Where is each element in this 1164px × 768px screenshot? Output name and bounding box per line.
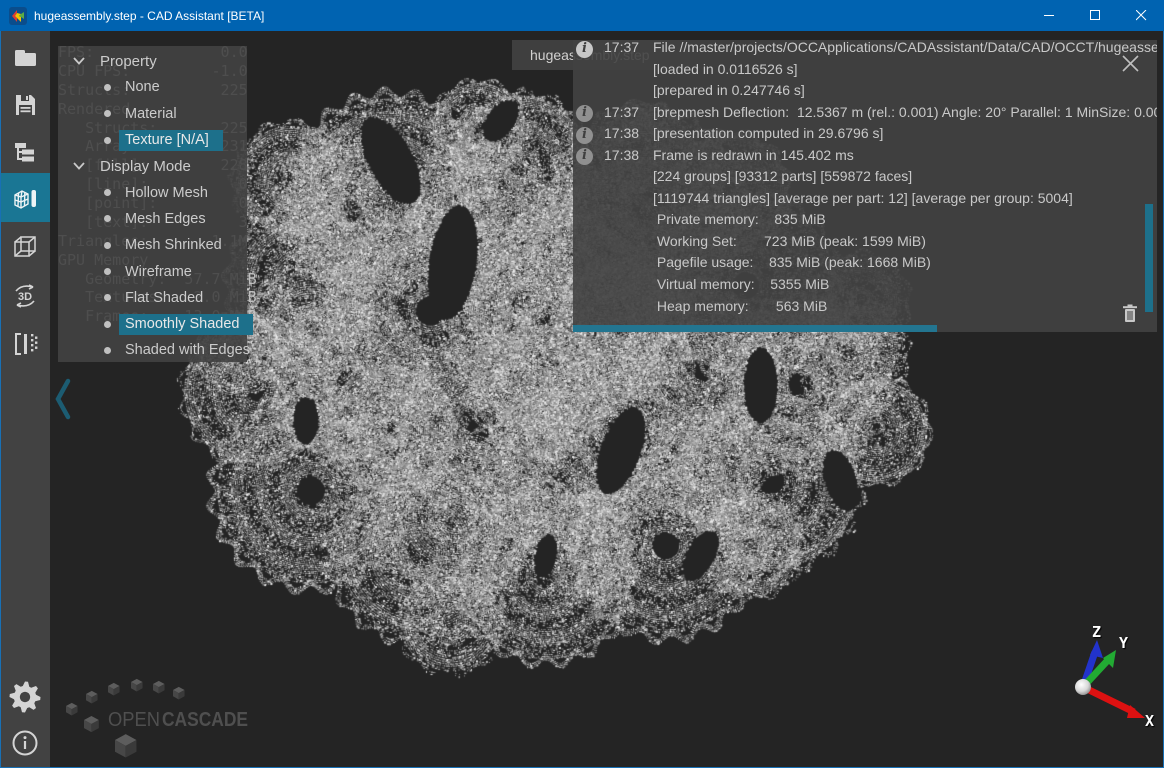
sidebar-item-rotate-3d[interactable]: 3D [0, 272, 50, 320]
log-message: Heap memory: 563 MiB [653, 299, 827, 314]
log-message: Working Set: 723 MiB (peak: 1599 MiB) [653, 234, 926, 249]
axis-triad: Z Y X [1040, 600, 1164, 768]
sidebar-item-tree[interactable] [0, 128, 50, 176]
info-circle-icon: i [576, 127, 593, 144]
log-message: File //master/projects/OCCApplications/C… [653, 40, 1157, 55]
log-row: i 17:38 [presentation computed in 29.6796 … [573, 126, 1157, 148]
opencascade-logo: OPEN CASCADE [55, 660, 285, 766]
close-log-icon[interactable] [1122, 55, 1139, 72]
maximize-button[interactable] [1072, 0, 1118, 31]
close-button[interactable] [1118, 0, 1164, 31]
log-vscrollbar[interactable] [1145, 204, 1153, 312]
message-log-panel: i 17:37 File //master/projects/OCCApplicat… [573, 40, 1157, 332]
menu-item-flat-shaded[interactable]: Flat Shaded [58, 285, 247, 311]
log-message: Frame is redrawn in 145.402 ms [653, 148, 854, 163]
clipping-icon [11, 330, 39, 358]
app-logo-icon [9, 7, 27, 25]
sidebar-item-view-cube[interactable] [0, 223, 50, 271]
log-row: [loaded in 0.0116526 s] [573, 62, 1157, 84]
chevron-down-icon [73, 162, 85, 170]
sidebar-item-settings[interactable] [0, 673, 50, 721]
sidebar-item-about[interactable] [0, 719, 50, 767]
menu-item-none[interactable]: None [58, 74, 247, 100]
minimize-button[interactable] [1026, 0, 1072, 31]
axis-label-z: Z [1092, 623, 1101, 641]
info-icon [11, 729, 39, 757]
logo-text-cascade: CASCADE [162, 709, 248, 731]
titlebar: hugeassembly.step - CAD Assistant [BETA] [0, 0, 1164, 31]
bullet-icon [104, 321, 111, 328]
log-row: i 17:38 Frame is redrawn in 145.402 ms [573, 148, 1157, 170]
chevron-down-icon [73, 57, 85, 65]
menu-item-wireframe[interactable]: Wireframe [58, 258, 247, 284]
log-message: [1119744 triangles] [average per part: 1… [653, 191, 1073, 206]
log-timestamp: 17:37 [604, 105, 639, 120]
menu-item-mesh-edges[interactable]: Mesh Edges [58, 206, 247, 232]
log-row: Pagefile usage: 835 MiB (peak: 1668 MiB) [573, 255, 1157, 277]
log-timestamp: 17:38 [604, 148, 639, 163]
log-row: [1119744 triangles] [average per part: 1… [573, 191, 1157, 213]
log-timestamp: 17:37 [604, 40, 639, 55]
log-message: Pagefile usage: 835 MiB (peak: 1668 MiB) [653, 255, 931, 270]
save-icon [12, 92, 38, 118]
menu-item-texture-n-a-[interactable]: Texture [N/A] [58, 127, 247, 153]
bullet-icon [104, 215, 111, 222]
menu-item-material[interactable]: Material [58, 101, 247, 127]
log-message: [224 groups] [93312 parts] [559872 faces… [653, 169, 912, 184]
folder-icon [12, 44, 38, 70]
bullet-icon [104, 268, 111, 275]
menu-item-hollow-mesh[interactable]: Hollow Mesh [58, 179, 247, 205]
bullet-icon [104, 137, 111, 144]
bullet-icon [104, 242, 111, 249]
log-message: [brepmesh Deflection: 12.5367 m (rel.: 0… [653, 105, 1157, 120]
axis-x [1083, 687, 1145, 718]
menu-section-display-mode[interactable]: Display Mode [58, 153, 247, 179]
svg-text:3D: 3D [18, 291, 32, 303]
axis-label-y: Y [1119, 634, 1128, 652]
bullet-icon [104, 347, 111, 354]
cube-icon [11, 233, 39, 261]
sidebar: 3D [0, 31, 50, 767]
trash-icon[interactable] [1122, 304, 1138, 323]
info-circle-icon: i [576, 41, 593, 58]
log-message: [presentation computed in 29.6796 s] [653, 126, 883, 141]
bullet-icon [104, 294, 111, 301]
log-row: i 17:37 File //master/projects/OCCApplicat… [573, 40, 1157, 62]
log-row: Private memory: 835 MiB [573, 212, 1157, 234]
menu-item-shaded-with-edges[interactable]: Shaded with Edges [58, 337, 247, 363]
sidebar-item-clipping[interactable] [0, 320, 50, 368]
log-message: Private memory: 835 MiB [653, 212, 826, 227]
tree-icon [12, 139, 38, 165]
log-row: Working Set: 723 MiB (peak: 1599 MiB) [573, 234, 1157, 256]
menu-item-smoothly-shaded[interactable]: Smoothly Shaded [58, 311, 247, 337]
rotate-3d-icon: 3D [10, 281, 40, 311]
info-circle-icon: i [576, 148, 593, 165]
log-message: [loaded in 0.0116526 s] [653, 62, 798, 77]
menu-item-mesh-shrinked[interactable]: Mesh Shrinked [58, 232, 247, 258]
bullet-icon [104, 189, 111, 196]
log-row: Virtual memory: 5355 MiB [573, 277, 1157, 299]
bullet-icon [104, 110, 111, 117]
axis-label-x: X [1145, 712, 1154, 730]
log-row: Heap memory: 563 MiB [573, 299, 1157, 321]
logo-text-open: OPEN [108, 709, 160, 731]
context-menu: PropertyNoneMaterialTexture [N/A]Display… [58, 46, 247, 362]
log-hscrollbar[interactable] [573, 325, 937, 332]
bullet-icon [104, 84, 111, 91]
window-title: hugeassembly.step - CAD Assistant [BETA] [34, 9, 264, 23]
info-circle-icon: i [576, 105, 593, 122]
log-timestamp: 17:38 [604, 126, 639, 141]
sidebar-item-display-params[interactable] [0, 173, 50, 222]
log-row: [prepared in 0.247746 s] [573, 83, 1157, 105]
sidebar-item-open-file[interactable] [0, 33, 50, 81]
display-params-icon [11, 184, 39, 212]
log-message: [prepared in 0.247746 s] [653, 83, 805, 98]
log-message: Virtual memory: 5355 MiB [653, 277, 829, 292]
sidebar-item-save[interactable] [0, 81, 50, 129]
menu-section-property[interactable]: Property [58, 48, 247, 74]
gear-icon [9, 681, 41, 713]
log-row: i 17:37 [brepmesh Deflection: 12.5367 m (r… [573, 105, 1157, 127]
log-row: [224 groups] [93312 parts] [559872 faces… [573, 169, 1157, 191]
panel-collapse-handle[interactable] [52, 374, 74, 424]
